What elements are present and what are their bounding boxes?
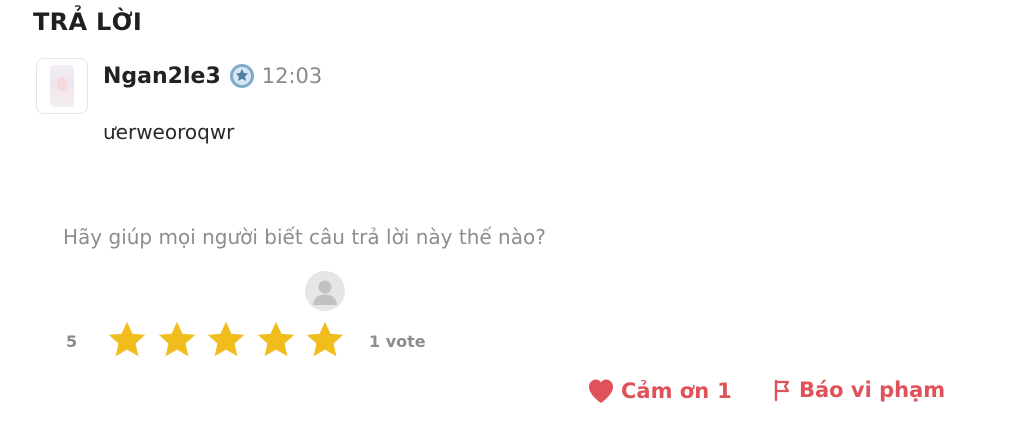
star-icon-3[interactable]: [205, 319, 247, 361]
heart-icon: [587, 378, 615, 404]
report-button[interactable]: Báo vi phạm: [772, 378, 945, 402]
flag-icon: [772, 378, 792, 402]
thanks-count: 1: [717, 379, 732, 403]
username[interactable]: Ngan2le3: [103, 64, 221, 89]
star-icon-2[interactable]: [156, 319, 198, 361]
answer-time: 12:03: [261, 64, 323, 88]
thanks-button[interactable]: Cảm ơn 1: [587, 378, 732, 404]
star-rating[interactable]: [106, 319, 354, 361]
thanks-label: Cảm ơn: [621, 379, 710, 403]
rating-prompt: Hãy giúp mọi người biết câu trả lời này …: [63, 225, 546, 249]
star-icon-4[interactable]: [255, 319, 297, 361]
section-title: TRẢ LỜI: [33, 8, 143, 36]
avatar-image: [50, 65, 74, 107]
medal-badge-icon: [229, 63, 255, 89]
star-icon-5[interactable]: [304, 319, 346, 361]
answer-text: ưerweoroqwr: [103, 120, 235, 144]
answer-meta: Ngan2le3 12:03: [103, 60, 322, 92]
report-label: Báo vi phạm: [799, 378, 946, 402]
rating-value: 5: [66, 332, 78, 351]
star-icon-1[interactable]: [106, 319, 148, 361]
user-avatar[interactable]: [36, 58, 88, 114]
vote-count: 1 vote: [369, 332, 426, 351]
voter-avatar-icon[interactable]: [305, 271, 345, 311]
